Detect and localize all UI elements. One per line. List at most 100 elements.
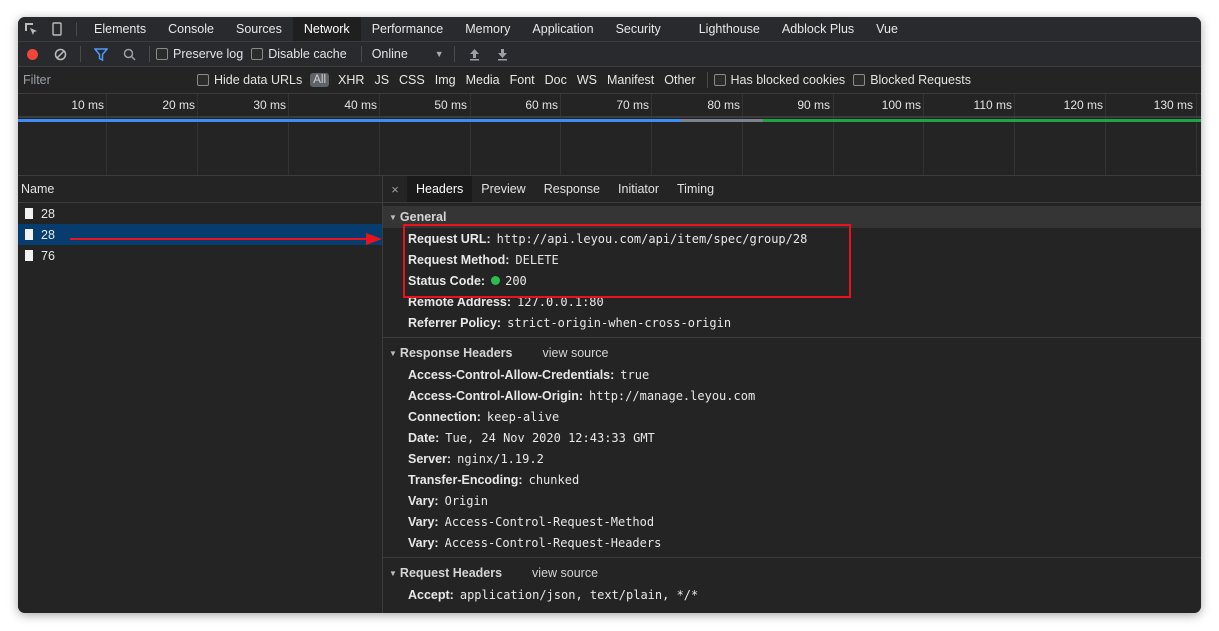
export-har-button[interactable] [489, 42, 517, 66]
response-headers-section-header[interactable]: ▼ Response Headers view source [383, 342, 1201, 364]
timeline-tick: 30 ms [253, 98, 286, 112]
gridline [923, 94, 924, 175]
upload-icon [470, 48, 480, 60]
has-blocked-cookies-label: Has blocked cookies [730, 73, 846, 87]
header-key: Referrer Policy: [408, 315, 502, 330]
filter-type-js[interactable]: JS [369, 73, 394, 87]
tab-response[interactable]: Response [535, 176, 609, 202]
header-value: http://manage.leyou.com [589, 388, 756, 403]
filter-type-other[interactable]: Other [659, 73, 700, 87]
request-row[interactable]: 76 [18, 245, 382, 266]
header-row: Vary: Access-Control-Request-Headers [383, 532, 1201, 553]
request-list: Name 28 28 76 [18, 176, 383, 613]
request-name: 28 [41, 227, 55, 242]
header-value: true [620, 367, 650, 382]
request-headers-section-header[interactable]: ▼ Request Headers view source [383, 562, 1201, 584]
disable-cache-checkbox[interactable]: Disable cache [251, 47, 347, 61]
timeline-tick: 50 ms [434, 98, 467, 112]
inspect-element-icon[interactable] [18, 17, 44, 41]
gridline [1196, 94, 1197, 175]
tab-preview[interactable]: Preview [472, 176, 534, 202]
filter-type-doc[interactable]: Doc [540, 73, 572, 87]
triangle-down-icon: ▼ [389, 568, 397, 578]
filter-type-css[interactable]: CSS [394, 73, 430, 87]
tab-initiator[interactable]: Initiator [609, 176, 668, 202]
gridline [560, 94, 561, 175]
request-name: 28 [41, 206, 55, 221]
timeline-tick: 70 ms [616, 98, 649, 112]
tab-elements[interactable]: Elements [83, 17, 157, 41]
timeline-tick: 40 ms [344, 98, 377, 112]
header-value: Access-Control-Request-Method [444, 514, 655, 529]
request-row[interactable]: 28 [18, 203, 382, 224]
tab-vue[interactable]: Vue [865, 17, 909, 41]
close-icon[interactable]: × [383, 176, 407, 202]
divider [383, 337, 1201, 338]
timeline-bar-stalled [681, 119, 763, 122]
record-button[interactable] [18, 42, 46, 66]
filter-bar: Filter Hide data URLs All XHR JS CSS Img… [18, 67, 1201, 94]
tab-lighthouse[interactable]: Lighthouse [688, 17, 771, 41]
blocked-requests-checkbox[interactable]: Blocked Requests [853, 73, 971, 87]
tab-performance[interactable]: Performance [361, 17, 455, 41]
annotation-highlight-box [403, 224, 851, 298]
timeline-tick: 60 ms [525, 98, 558, 112]
timeline-tick: 20 ms [162, 98, 195, 112]
throttling-select[interactable]: Online ▼ [372, 47, 444, 61]
filter-type-ws[interactable]: WS [572, 73, 602, 87]
hide-data-urls-checkbox[interactable]: Hide data URLs [197, 73, 302, 87]
device-toolbar-icon[interactable] [44, 17, 70, 41]
has-blocked-cookies-checkbox[interactable]: Has blocked cookies [713, 73, 846, 87]
filter-type-manifest[interactable]: Manifest [602, 73, 659, 87]
document-icon [25, 208, 33, 219]
request-detail-pane: × Headers Preview Response Initiator Tim… [383, 176, 1201, 613]
header-value: chunked [528, 472, 580, 487]
checkbox-box[interactable] [197, 74, 209, 86]
header-row: Accept: application/json, text/plain, */… [383, 584, 1201, 605]
import-har-button[interactable] [461, 42, 489, 66]
tab-timing[interactable]: Timing [668, 176, 723, 202]
header-row: Transfer-Encoding: chunked [383, 469, 1201, 490]
name-column-header[interactable]: Name [18, 176, 382, 203]
gridline [833, 94, 834, 175]
checkbox-box[interactable] [853, 74, 866, 86]
timeline-tick: 120 ms [1063, 98, 1103, 112]
filter-type-img[interactable]: Img [430, 73, 461, 87]
checkbox-box[interactable] [713, 74, 726, 86]
checkbox-box[interactable] [251, 48, 264, 60]
tab-console[interactable]: Console [157, 17, 225, 41]
preserve-log-checkbox[interactable]: Preserve log [156, 47, 243, 61]
tab-application[interactable]: Application [521, 17, 604, 41]
search-button[interactable] [115, 42, 143, 66]
timeline-tick: 10 ms [71, 98, 104, 112]
document-icon [25, 250, 33, 261]
section-title: General [399, 210, 447, 224]
hide-data-urls-label: Hide data URLs [214, 73, 303, 87]
filter-type-all[interactable]: All [310, 73, 330, 87]
timeline-tick: 130 ms [1153, 98, 1193, 112]
document-icon [25, 229, 33, 240]
tab-security[interactable]: Security [605, 17, 672, 41]
header-value: strict-origin-when-cross-origin [507, 315, 732, 330]
view-source-link[interactable]: view source [532, 566, 598, 580]
tab-adblock-plus[interactable]: Adblock Plus [771, 17, 865, 41]
disable-cache-label: Disable cache [268, 47, 347, 61]
tab-memory[interactable]: Memory [454, 17, 521, 41]
filter-type-media[interactable]: Media [461, 73, 505, 87]
clear-button[interactable] [46, 42, 74, 66]
search-icon [123, 48, 136, 61]
filter-toggle-button[interactable] [87, 42, 115, 66]
gridline [379, 94, 380, 175]
timeline-tick: 110 ms [973, 98, 1012, 112]
timeline-overview[interactable]: 10 ms 20 ms 30 ms 40 ms 50 ms 60 ms 70 m… [18, 94, 1201, 176]
view-source-link[interactable]: view source [542, 346, 608, 360]
tab-network[interactable]: Network [292, 17, 361, 41]
filter-type-font[interactable]: Font [505, 73, 540, 87]
gridline [470, 94, 471, 175]
gridline [197, 94, 198, 175]
checkbox-box[interactable] [156, 48, 168, 60]
tab-sources[interactable]: Sources [225, 17, 293, 41]
tab-headers[interactable]: Headers [407, 176, 473, 202]
filter-type-xhr[interactable]: XHR [333, 73, 369, 87]
filter-input[interactable]: Filter [21, 70, 183, 90]
